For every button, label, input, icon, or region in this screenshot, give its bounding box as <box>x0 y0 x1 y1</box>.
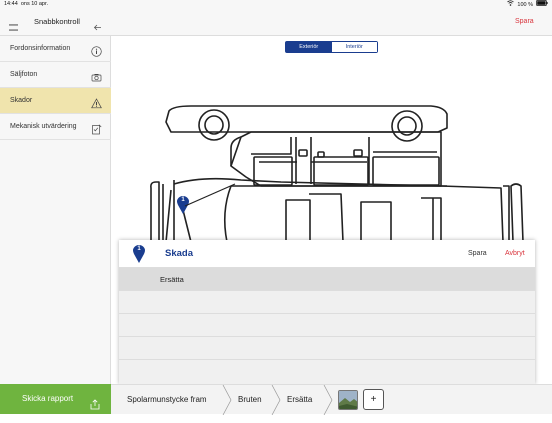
back-arrow-icon[interactable] <box>93 18 102 31</box>
sidebar-item-skador[interactable]: Skador <box>0 88 111 114</box>
camera-icon <box>91 69 102 82</box>
top-bar: Snabbkontroll Spara <box>0 9 552 36</box>
chevron-right-icon <box>271 385 281 415</box>
sidebar-item-label: Skador <box>10 97 33 104</box>
panel-marker: 1 <box>132 244 146 264</box>
breadcrumb-item-part[interactable]: Spolarmunstycke fram <box>127 385 207 415</box>
checklist-icon <box>91 121 102 135</box>
send-report-label: Skicka rapport <box>22 394 74 403</box>
marker-leader-line <box>184 183 236 207</box>
breadcrumb-item-damage[interactable]: Bruten <box>238 385 262 415</box>
menu-icon[interactable] <box>9 18 18 31</box>
send-report-button[interactable]: Skicka rapport <box>0 384 111 414</box>
segment-exterior[interactable]: Exteriör <box>286 42 332 52</box>
panel-selected-row[interactable]: Ersätta <box>119 267 535 290</box>
status-date: ons 10 apr. <box>20 1 49 7</box>
panel-marker-number: 1 <box>137 246 141 252</box>
sidebar-item-mekanisk[interactable]: Mekanisk utvärdering <box>0 114 111 140</box>
panel-save-button[interactable]: Spara <box>468 250 487 257</box>
breadcrumb-item-action[interactable]: Ersätta <box>287 385 312 415</box>
sidebar-item-fordonsinformation[interactable]: Fordonsinformation <box>0 36 111 62</box>
segment-interior[interactable]: Interiör <box>331 42 377 52</box>
panel-title: Skada <box>165 248 193 259</box>
sidebar: Fordonsinformation Säljfoton Skador Meka… <box>0 36 111 384</box>
page-title: Snabbkontroll <box>34 17 80 26</box>
chevron-right-icon <box>222 385 232 415</box>
panel-empty-row <box>119 336 535 359</box>
sidebar-item-label: Mekanisk utvärdering <box>10 123 77 130</box>
export-icon <box>90 393 100 423</box>
save-button[interactable]: Spara <box>515 9 534 35</box>
add-photo-button[interactable]: + <box>363 389 384 410</box>
sidebar-item-saljfoton[interactable]: Säljfoton <box>0 62 111 88</box>
breadcrumb: Spolarmunstycke fram Bruten Ersätta + <box>111 384 552 415</box>
warning-icon <box>91 95 102 109</box>
chevron-right-icon <box>323 385 333 415</box>
status-time: 14:44 <box>4 1 18 7</box>
status-bar: 14:44 ons 10 apr. 100 % <box>0 0 552 9</box>
status-time-date: 14:44 ons 10 apr. <box>4 0 48 9</box>
panel-empty-row <box>119 359 535 384</box>
panel-empty-row <box>119 290 535 313</box>
panel-selected-row-label: Ersätta <box>160 275 184 284</box>
sidebar-item-label: Fordonsinformation <box>10 45 71 52</box>
info-icon <box>91 43 102 57</box>
panel-cancel-button[interactable]: Avbryt <box>505 250 525 257</box>
view-segmented-control: Exteriör Interiör <box>285 41 378 53</box>
photo-thumbnail[interactable] <box>338 390 358 410</box>
sidebar-item-label: Säljfoton <box>10 71 38 78</box>
damage-panel: 1 Skada Spara Avbryt Ersätta <box>119 240 535 384</box>
panel-empty-row <box>119 313 535 336</box>
